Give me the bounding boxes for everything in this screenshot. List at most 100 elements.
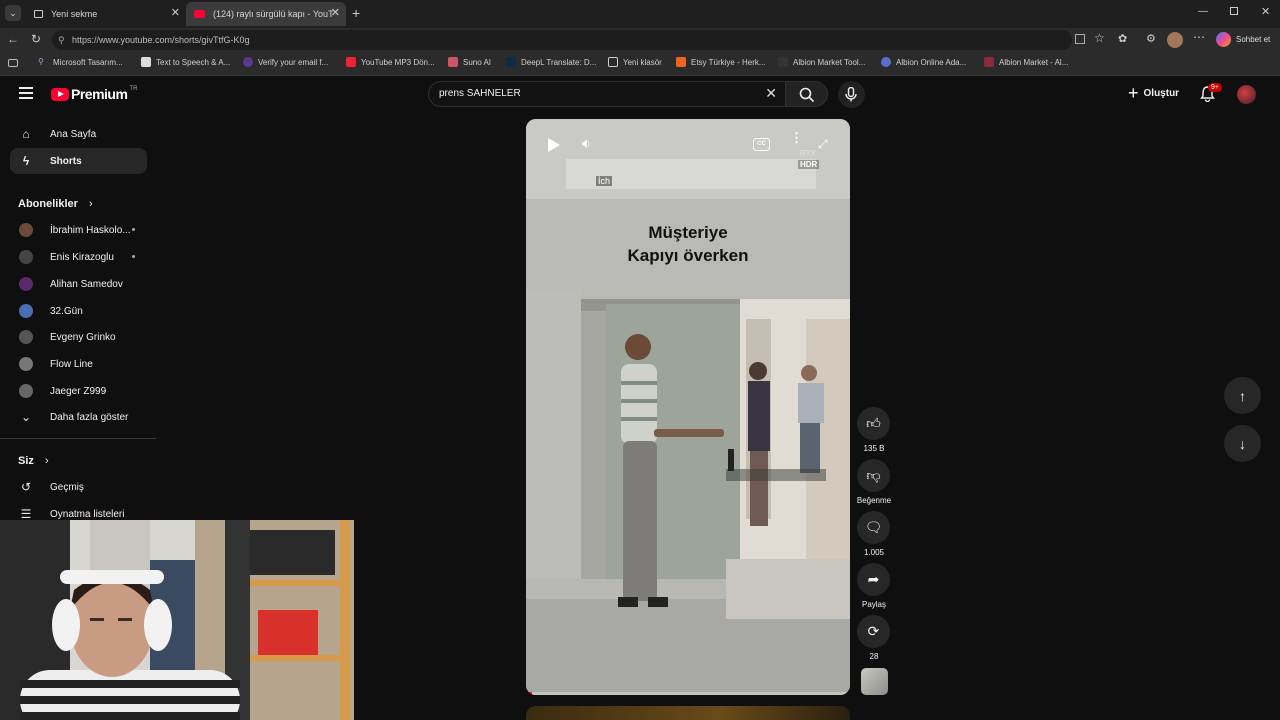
- rtx-label: RTX: [800, 149, 816, 158]
- fullscreen-icon[interactable]: ⤢: [818, 137, 828, 152]
- sidebar-item-subscription[interactable]: Jaeger Z999: [10, 378, 147, 404]
- minimize-icon[interactable]: —: [1198, 6, 1208, 17]
- thumbs-up-icon: 👍︎: [866, 415, 881, 431]
- video-tiny-label: İch: [596, 176, 613, 186]
- folder-icon: [608, 57, 618, 67]
- new-content-dot: [132, 255, 135, 258]
- bookmark-menu-icon[interactable]: [8, 59, 18, 67]
- tab-youtube[interactable]: (124) raylı sürgülü kapı - YouTube ✕: [186, 2, 346, 26]
- bookmark-favicon-icon: [778, 57, 788, 67]
- bookmark-item[interactable]: YouTube MP3 Dön...: [346, 57, 435, 67]
- profile-avatar[interactable]: [1167, 32, 1183, 48]
- progress-bar[interactable]: [526, 692, 850, 695]
- chevron-down-icon: ⌄: [20, 410, 32, 424]
- new-tab-plus-icon[interactable]: +: [352, 5, 360, 21]
- previous-short-button[interactable]: ↑: [1224, 377, 1261, 414]
- sidebar-item-shorts[interactable]: ϟ Shorts: [10, 148, 147, 174]
- bookmark-favicon-icon: [243, 57, 253, 67]
- collections-icon[interactable]: ⚙: [1146, 32, 1156, 45]
- bookmark-item[interactable]: Etsy Türkiye - Herk...: [676, 57, 766, 67]
- bookmark-item[interactable]: ⚲ Microsoft Tasarım...: [38, 57, 123, 67]
- volume-icon[interactable]: 🔉︎: [582, 135, 591, 152]
- search-input[interactable]: prens SAHNELER: [439, 88, 521, 99]
- like-button[interactable]: 👍︎: [857, 407, 890, 440]
- sidebar-item-label: Daha fazla göster: [50, 411, 129, 423]
- channel-avatar: [19, 277, 33, 291]
- close-window-icon[interactable]: ✕: [1261, 5, 1270, 18]
- apps-icon[interactable]: [1075, 34, 1085, 44]
- favorite-star-icon[interactable]: ☆: [1094, 31, 1105, 45]
- notifications-button[interactable]: 9+: [1200, 83, 1222, 107]
- close-icon[interactable]: ✕: [171, 6, 180, 19]
- restore-icon[interactable]: [1230, 7, 1238, 15]
- bookmark-item[interactable]: DeepL Translate: D...: [506, 57, 596, 67]
- sidebar-item-subscription[interactable]: 32.Gün: [10, 298, 147, 324]
- bookmark-item[interactable]: Albion Market - Al...: [984, 57, 1068, 67]
- you-heading[interactable]: Siz ›: [18, 455, 49, 467]
- extensions-icon[interactable]: ✿: [1118, 32, 1127, 45]
- tab-new-tab[interactable]: Yeni sekme ✕: [26, 2, 186, 26]
- bookmark-item[interactable]: Albion Market Tool...: [778, 57, 865, 67]
- plus-icon: +: [1128, 83, 1139, 103]
- create-button[interactable]: + Oluştur: [1128, 83, 1179, 103]
- dislike-button[interactable]: 👎︎: [857, 459, 890, 492]
- browser-tab-bar: ⌄ Yeni sekme ✕ (124) raylı sürgülü kapı …: [0, 0, 1280, 28]
- hamburger-menu-icon[interactable]: [19, 87, 33, 99]
- bookmark-favicon-icon: [346, 57, 356, 67]
- subscriptions-heading[interactable]: Abonelikler ›: [18, 198, 93, 210]
- sidebar-item-subscription[interactable]: Enis Kirazoglu: [10, 244, 147, 270]
- sidebar-item-history[interactable]: ↺ Geçmiş: [10, 474, 147, 500]
- channel-avatar: [19, 357, 33, 371]
- sidebar-item-home[interactable]: ⌂ Ana Sayfa: [10, 121, 147, 147]
- comments-button[interactable]: 🗨︎: [857, 511, 890, 544]
- play-icon: [548, 138, 560, 152]
- show-more-button[interactable]: ⌄ Daha fazla göster: [10, 404, 147, 430]
- webcam-overlay: [0, 520, 354, 720]
- close-icon[interactable]: ✕: [331, 6, 340, 19]
- sidebar-item-label: Enis Kirazoglu: [50, 251, 114, 263]
- captions-button[interactable]: CC: [753, 138, 770, 151]
- next-short-button[interactable]: ↓: [1224, 425, 1261, 462]
- account-avatar[interactable]: [1237, 85, 1256, 104]
- bookmark-item[interactable]: Yeni klasör: [608, 57, 662, 67]
- bookmark-favicon-icon: [141, 57, 151, 67]
- more-menu-icon[interactable]: ⋯: [1193, 30, 1205, 44]
- search-box[interactable]: prens SAHNELER ✕: [428, 81, 786, 107]
- url-field[interactable]: ⚲ https://www.youtube.com/shorts/givTtfG…: [52, 30, 1072, 50]
- progress-fill: [526, 692, 532, 695]
- next-short-preview[interactable]: [526, 706, 850, 720]
- channel-avatar: [19, 384, 33, 398]
- search-button[interactable]: [786, 81, 828, 107]
- microphone-icon: [845, 87, 857, 102]
- sidebar-item-subscription[interactable]: Alihan Samedov: [10, 271, 147, 297]
- bookmark-item[interactable]: Albion Online Ada...: [881, 57, 966, 67]
- channel-avatar: [19, 223, 33, 237]
- sidebar-item-label: Ana Sayfa: [50, 128, 97, 140]
- home-icon: ⌂: [22, 127, 30, 141]
- clear-search-icon[interactable]: ✕: [765, 85, 777, 102]
- more-options-icon[interactable]: ⋮: [790, 131, 803, 144]
- short-video-player[interactable]: 🔉︎ CC ⋮ ⤢ RTX HDR İch Müşteriye Kapıyı ö…: [526, 119, 850, 695]
- bookmark-item[interactable]: Suno AI: [448, 57, 491, 67]
- bookmark-favicon-icon: [448, 57, 458, 67]
- bookmark-item[interactable]: Verify your email f...: [243, 57, 328, 67]
- play-button[interactable]: [546, 137, 562, 153]
- voice-search-button[interactable]: [838, 81, 865, 108]
- back-icon[interactable]: ←: [7, 32, 19, 46]
- youtube-logo[interactable]: Premium TR: [51, 86, 137, 102]
- reload-icon[interactable]: ↻: [31, 32, 41, 46]
- copilot-chat-label[interactable]: Sohbet et: [1236, 35, 1270, 44]
- sidebar-item-subscription[interactable]: Evgeny Grinko: [10, 324, 147, 350]
- remix-button[interactable]: ⟳: [857, 615, 890, 648]
- site-info-icon[interactable]: ⚲: [58, 30, 65, 50]
- copilot-icon[interactable]: [1216, 32, 1231, 47]
- sidebar-item-subscription[interactable]: Flow Line: [10, 351, 147, 377]
- tab-title: Yeni sekme: [51, 9, 98, 19]
- share-button[interactable]: ➦: [857, 563, 890, 596]
- tab-menu-button[interactable]: ⌄: [5, 5, 21, 21]
- sidebar-item-subscription[interactable]: İbrahim Haskolo...: [10, 217, 147, 243]
- bookmark-item[interactable]: Text to Speech & A...: [141, 57, 230, 67]
- sidebar-item-label: Shorts: [50, 155, 82, 167]
- sound-thumbnail[interactable]: [861, 668, 888, 695]
- sidebar-item-label: İbrahim Haskolo...: [50, 224, 131, 236]
